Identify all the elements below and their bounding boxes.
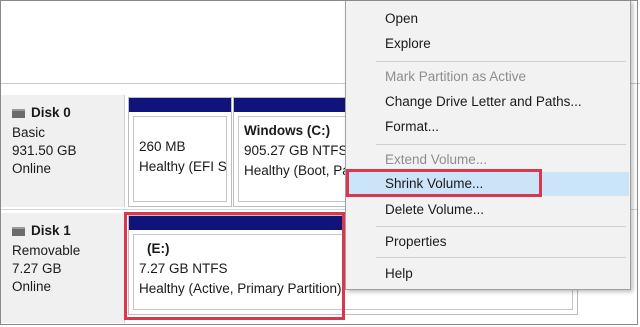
partition-header-bar	[129, 98, 231, 112]
disk-type: Basic	[12, 125, 46, 140]
context-menu: Open Explore Mark Partition as Active Ch…	[345, 0, 631, 290]
menu-separator	[376, 61, 626, 62]
disk-1-name-row: Disk 1	[12, 222, 124, 240]
disk-drive-icon	[12, 226, 25, 236]
menu-item-open[interactable]: Open	[347, 7, 629, 31]
disk-status: Online	[12, 279, 52, 294]
menu-item-shrink-volume[interactable]: Shrink Volume...	[347, 172, 629, 196]
menu-item-help[interactable]: Help	[347, 262, 629, 286]
disk-1-label[interactable]: Disk 1 Removable 7.27 GB Online	[1, 213, 125, 323]
disk-size: 931.50 GB	[12, 143, 77, 158]
menu-item-mark-active[interactable]: Mark Partition as Active	[347, 65, 629, 89]
menu-item-format[interactable]: Format...	[347, 115, 629, 139]
disk-status: Online	[12, 161, 52, 176]
volume-status: Healthy (EFI Sy	[139, 159, 227, 174]
disk-drive-icon	[12, 108, 25, 118]
disk-name: Disk 0	[31, 105, 71, 120]
menu-separator	[376, 226, 626, 227]
menu-item-change-drive-letter[interactable]: Change Drive Letter and Paths...	[347, 90, 629, 114]
menu-item-properties[interactable]: Properties	[347, 230, 629, 254]
menu-item-extend-volume[interactable]: Extend Volume...	[347, 148, 629, 172]
disk-0-label[interactable]: Disk 0 Basic 931.50 GB Online	[1, 95, 125, 207]
menu-separator	[376, 257, 626, 258]
partition-efi[interactable]: 260 MB Healthy (EFI Sy	[128, 97, 232, 207]
disk-type: Removable	[12, 243, 81, 258]
disk-name: Disk 1	[31, 223, 71, 238]
menu-separator	[376, 144, 626, 145]
volume-size: 260 MB	[139, 139, 186, 154]
disk-size: 7.27 GB	[12, 261, 62, 276]
menu-item-delete-volume[interactable]: Delete Volume...	[347, 198, 629, 222]
menu-item-explore[interactable]: Explore	[347, 32, 629, 56]
disk-0-name-row: Disk 0	[12, 104, 124, 122]
partition-body: 260 MB Healthy (EFI Sy	[133, 116, 227, 202]
